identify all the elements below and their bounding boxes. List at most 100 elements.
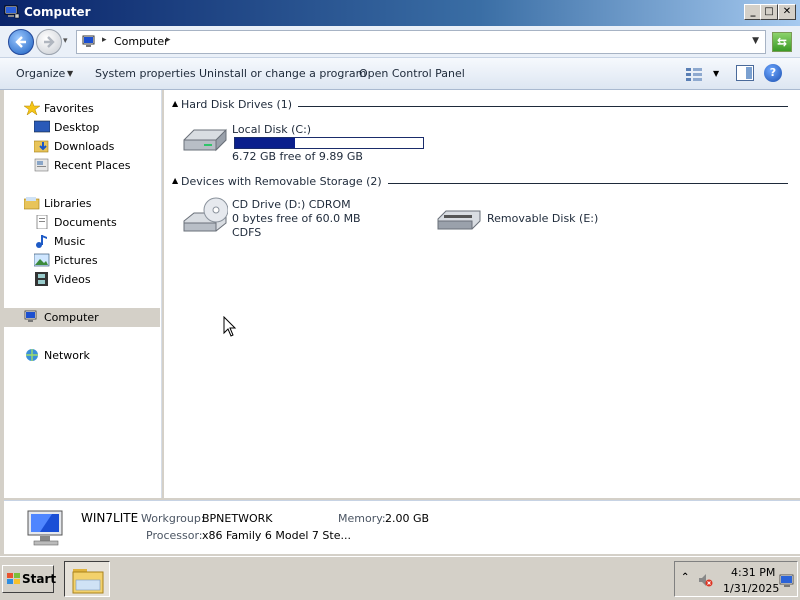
- disk-usage-fill: [235, 138, 296, 148]
- chevron-down-icon[interactable]: ▼: [67, 69, 73, 78]
- downloads-folder-icon: [34, 140, 49, 153]
- nav-label: Pictures: [54, 254, 98, 267]
- breadcrumb[interactable]: Computer: [114, 35, 169, 48]
- address-bar[interactable]: ▸ Computer ▸ ▼: [76, 30, 766, 54]
- nav-label: Desktop: [54, 121, 100, 134]
- processor-label: Processor:: [146, 529, 203, 542]
- nav-item-documents[interactable]: Documents: [4, 213, 160, 232]
- nav-label: Documents: [54, 216, 117, 229]
- maximize-button[interactable]: □: [760, 4, 778, 20]
- hard-drive-icon: [183, 128, 227, 152]
- nav-label: Favorites: [44, 102, 94, 115]
- help-icon[interactable]: ?: [764, 64, 782, 82]
- title-bar[interactable]: Computer _ □ ✕: [0, 0, 800, 26]
- disk-usage-bar: [234, 137, 424, 149]
- drive-name: Removable Disk (E:): [487, 212, 599, 225]
- nav-label: Network: [44, 349, 90, 362]
- preview-pane-icon[interactable]: [736, 65, 754, 81]
- music-note-icon: [36, 235, 47, 248]
- processor-value: x86 Family 6 Model 7 Ste...: [202, 529, 351, 542]
- volume-muted-icon[interactable]: [697, 572, 713, 588]
- nav-item-favorites[interactable]: Favorites: [4, 99, 160, 118]
- nav-label: Downloads: [54, 140, 115, 153]
- memory-value: 2.00 GB: [385, 512, 430, 525]
- address-row: ▾ ▸ Computer ▸ ▼ ⇆: [0, 26, 800, 58]
- drive-name: Local Disk (C:): [232, 123, 312, 136]
- breadcrumb-arrow-icon[interactable]: ▸: [102, 35, 107, 45]
- folder-icon: [72, 569, 104, 594]
- nav-item-libraries[interactable]: Libraries: [4, 194, 160, 213]
- clock-time[interactable]: 4:31 PM: [731, 566, 775, 579]
- nav-label: Videos: [54, 273, 91, 286]
- content-pane: ▲ Hard Disk Drives (1) Local Disk (C:) 6…: [164, 90, 800, 498]
- network-status-icon[interactable]: [779, 574, 795, 588]
- group-title: Devices with Removable Storage (2): [181, 175, 388, 188]
- system-properties-button[interactable]: System properties: [95, 67, 196, 80]
- chevron-down-icon[interactable]: ▼: [713, 69, 719, 78]
- recent-places-icon: [34, 158, 49, 172]
- computer-name: WIN7LITE: [81, 511, 139, 525]
- nav-item-music[interactable]: Music: [4, 232, 160, 251]
- forward-button[interactable]: [36, 29, 62, 55]
- computer-icon: [4, 5, 20, 19]
- nav-label: Recent Places: [54, 159, 131, 172]
- clock-date[interactable]: 1/31/2025: [723, 582, 779, 595]
- system-tray: ⌃ 4:31 PM 1/31/2025: [674, 561, 798, 597]
- nav-item-desktop[interactable]: Desktop: [4, 118, 160, 137]
- memory-label: Memory:: [338, 512, 386, 525]
- nav-item-network[interactable]: Network: [4, 346, 160, 365]
- breadcrumb-arrow-icon[interactable]: ▸: [166, 35, 171, 45]
- group-title: Hard Disk Drives (1): [181, 98, 299, 111]
- film-icon: [35, 272, 48, 286]
- nav-item-downloads[interactable]: Downloads: [4, 137, 160, 156]
- show-hidden-icons-icon[interactable]: ⌃: [681, 572, 689, 583]
- collapse-arrow-icon[interactable]: ▲: [172, 99, 178, 108]
- windows-flag-icon: [7, 573, 20, 584]
- removable-disk-icon: [437, 210, 481, 230]
- star-icon: [24, 101, 40, 115]
- mouse-cursor-icon: [223, 316, 237, 337]
- nav-item-recent-places[interactable]: Recent Places: [4, 156, 160, 175]
- nav-label: Libraries: [44, 197, 92, 210]
- nav-label: Computer: [44, 311, 99, 324]
- drive-cd-d[interactable]: CD Drive (D:) CDROM 0 bytes free of 60.0…: [180, 197, 440, 243]
- nav-item-pictures[interactable]: Pictures: [4, 251, 160, 270]
- view-options-icon[interactable]: [686, 67, 702, 81]
- desktop-icon: [34, 120, 50, 133]
- organize-button[interactable]: Organize: [16, 67, 65, 80]
- close-button[interactable]: ✕: [778, 4, 796, 20]
- history-dropdown-icon[interactable]: ▾: [63, 36, 68, 46]
- refresh-button[interactable]: ⇆: [772, 32, 792, 52]
- start-button[interactable]: Start: [2, 565, 57, 593]
- taskbar-explorer-button[interactable]: [64, 561, 110, 597]
- collapse-arrow-icon[interactable]: ▲: [172, 176, 178, 185]
- group-header-removable-storage[interactable]: ▲ Devices with Removable Storage (2): [164, 175, 800, 189]
- computer-icon: [27, 510, 63, 546]
- drive-local-disk-c[interactable]: Local Disk (C:) 6.72 GB free of 9.89 GB: [180, 120, 440, 166]
- uninstall-button[interactable]: Uninstall or change a program: [199, 67, 366, 80]
- cd-drive-icon: [183, 197, 228, 232]
- drive-free-space: 6.72 GB free of 9.89 GB: [232, 150, 363, 163]
- taskbar: Start ⌃ 4:31 PM 1/31/2025: [0, 556, 800, 600]
- network-icon: [26, 349, 38, 361]
- navigation-pane: Favorites Desktop Downloads Recent Place…: [4, 90, 162, 498]
- documents-icon: [36, 215, 48, 229]
- drive-name: CD Drive (D:) CDROM: [232, 198, 351, 211]
- nav-label: Music: [54, 235, 86, 248]
- arrow-right-icon: [44, 36, 55, 48]
- arrow-left-icon: [15, 36, 26, 48]
- details-pane: WIN7LITE Workgroup: BPNETWORK Memory: 2.…: [4, 500, 800, 554]
- group-header-hard-disk-drives[interactable]: ▲ Hard Disk Drives (1): [164, 98, 800, 112]
- pictures-icon: [34, 253, 50, 267]
- drive-filesystem: CDFS: [232, 226, 262, 239]
- libraries-icon: [24, 197, 40, 210]
- nav-item-videos[interactable]: Videos: [4, 270, 160, 289]
- drive-removable-e[interactable]: Removable Disk (E:): [434, 207, 634, 243]
- back-button[interactable]: [8, 29, 34, 55]
- computer-icon: [24, 310, 37, 322]
- start-label: Start: [22, 572, 57, 586]
- address-dropdown-icon[interactable]: ▼: [752, 36, 759, 46]
- nav-item-computer[interactable]: Computer: [4, 308, 160, 327]
- workgroup-value: BPNETWORK: [202, 512, 273, 525]
- open-control-panel-button[interactable]: Open Control Panel: [359, 67, 465, 80]
